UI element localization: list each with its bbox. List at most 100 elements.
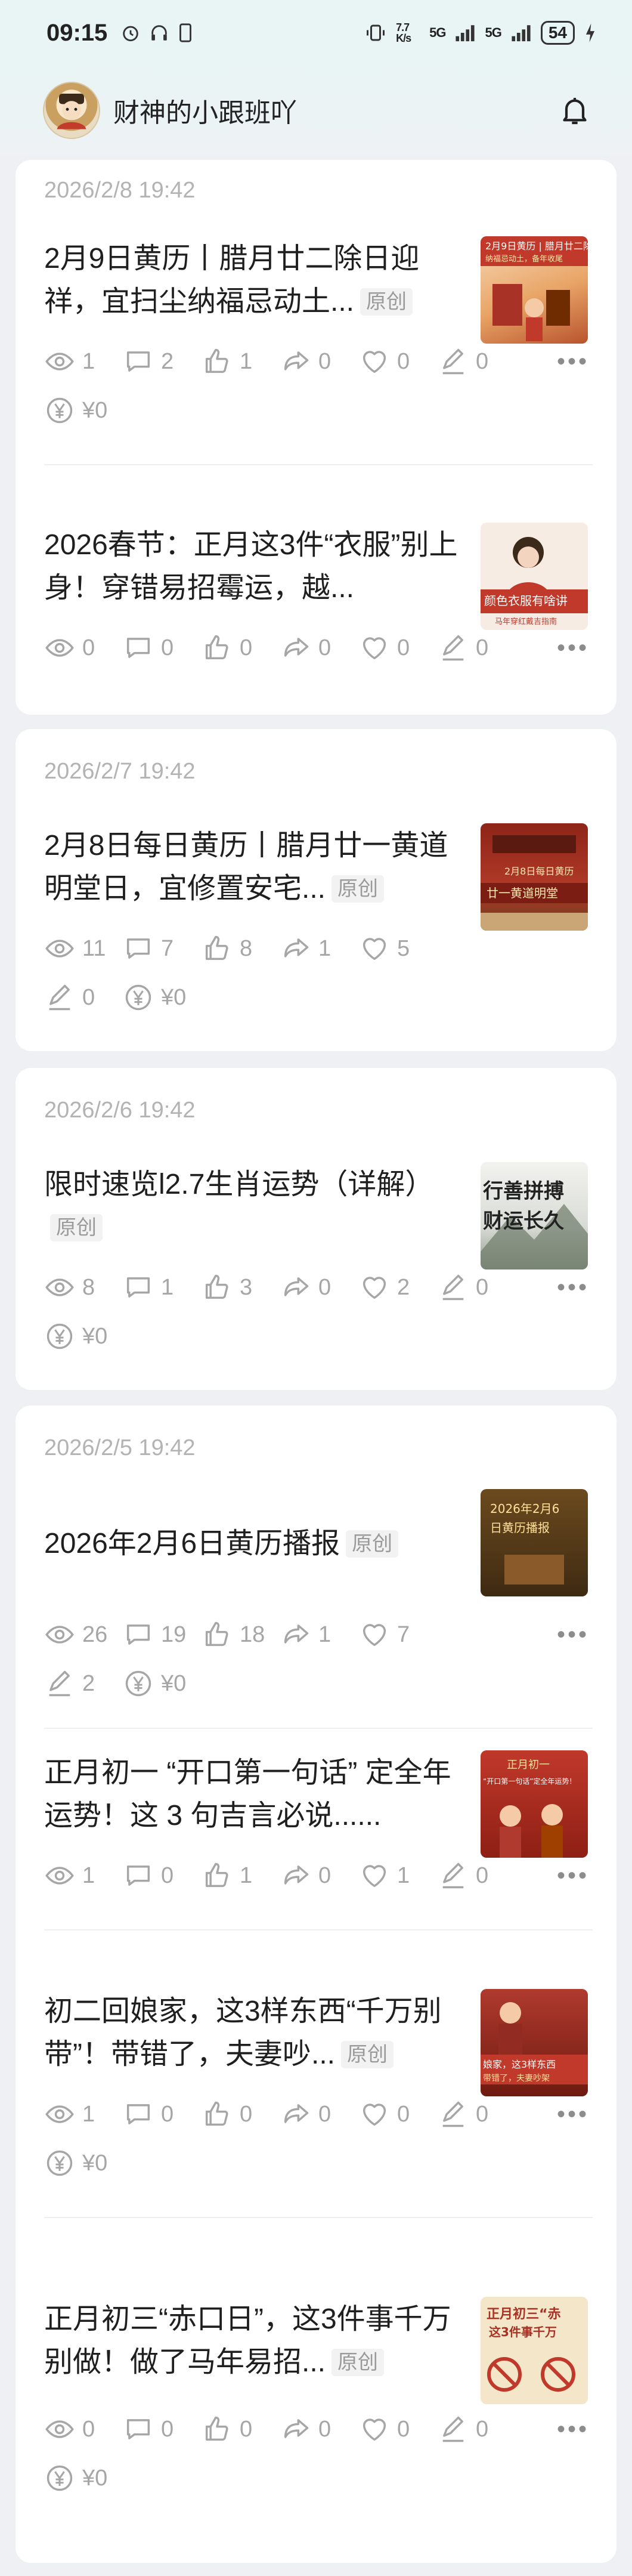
article-stats: 8 1 3 0 2 0 bbox=[44, 1271, 593, 1304]
edit-count[interactable]: 0 bbox=[438, 346, 516, 377]
article-thumbnail[interactable]: 正月初三“赤 这3件事千万 bbox=[481, 2297, 588, 2404]
view-count: 0 bbox=[44, 632, 123, 663]
more-options-button[interactable]: ••• bbox=[557, 1859, 589, 1892]
favorite-count[interactable]: 0 bbox=[359, 2099, 438, 2130]
comment-icon bbox=[123, 933, 154, 964]
like-count[interactable]: 1 bbox=[202, 1860, 280, 1891]
article-thumbnail[interactable]: 正月初一 “开口第一句话”定全年运势！ bbox=[481, 1750, 588, 1858]
favorite-count[interactable]: 7 bbox=[359, 1619, 438, 1650]
view-count: 11 bbox=[44, 933, 123, 964]
article-item[interactable]: 2026春节：正月这3件“衣服”别上身！穿错易招霉运，越... 颜色衣服有啥讲 … bbox=[16, 512, 616, 709]
share-count[interactable]: 0 bbox=[280, 1272, 359, 1303]
more-options-button[interactable]: ••• bbox=[557, 631, 589, 665]
eye-icon bbox=[44, 2099, 75, 2130]
view-count: 26 bbox=[44, 1619, 123, 1650]
edit-count[interactable]: 0 bbox=[438, 1272, 516, 1303]
article-item[interactable]: 2026年2月6日黄历播报 原创 2026年2月6 日黄历播报 26 19 18 … bbox=[16, 1489, 616, 1729]
like-count[interactable]: 18 bbox=[202, 1619, 280, 1650]
article-thumbnail[interactable]: 2026年2月6 日黄历播报 bbox=[481, 1489, 588, 1596]
share-count[interactable]: 0 bbox=[280, 346, 359, 377]
edit-count[interactable]: 0 bbox=[44, 982, 123, 1013]
publish-date: 2026/2/7 19:42 bbox=[44, 759, 196, 784]
pen-icon bbox=[438, 346, 469, 377]
yen-icon bbox=[123, 1668, 154, 1699]
more-options-button[interactable]: ••• bbox=[557, 2098, 589, 2131]
article-item[interactable]: 2月9日黄历丨腊月廿二除日迎祥，宜扫尘纳福忌动土... 原创 2月9日黄历 | 腊… bbox=[16, 226, 616, 506]
article-item[interactable]: 初二回娘家，这3样东西“千万别带”！带错了，夫妻吵... 原创 娘家，这3样东西 … bbox=[16, 1978, 616, 2253]
edit-count[interactable]: 0 bbox=[438, 2414, 516, 2445]
pen-icon bbox=[44, 1668, 75, 1699]
share-count[interactable]: 1 bbox=[280, 933, 359, 964]
comment-icon bbox=[123, 1272, 154, 1303]
article-thumbnail[interactable]: 行善拼搏 财运长久 bbox=[481, 1162, 588, 1270]
article-thumbnail[interactable]: 颜色衣服有啥讲 马年穿红戴吉指南 bbox=[481, 523, 588, 630]
edit-count[interactable]: 2 bbox=[44, 1668, 123, 1699]
comment-count[interactable]: 0 bbox=[123, 632, 202, 663]
comment-icon bbox=[123, 1619, 154, 1650]
share-icon bbox=[280, 1272, 311, 1303]
like-count[interactable]: 8 bbox=[202, 933, 280, 964]
original-tag: 原创 bbox=[332, 2349, 385, 2376]
like-count[interactable]: 1 bbox=[202, 346, 280, 377]
edit-count[interactable]: 0 bbox=[438, 1860, 516, 1891]
comment-count[interactable]: 19 bbox=[123, 1619, 202, 1650]
comment-count[interactable]: 0 bbox=[123, 2099, 202, 2130]
favorite-count[interactable]: 0 bbox=[359, 632, 438, 663]
favorite-count[interactable]: 0 bbox=[359, 2414, 438, 2445]
article-thumbnail[interactable]: 2月9日黄历 | 腊月廿二除日 纳福忌动土，备年收尾 bbox=[481, 236, 588, 344]
comment-icon bbox=[123, 2099, 154, 2130]
share-count[interactable]: 0 bbox=[280, 2414, 359, 2445]
divider bbox=[44, 1728, 593, 1729]
favorite-count[interactable]: 5 bbox=[359, 933, 438, 964]
share-icon bbox=[280, 632, 311, 663]
heart-icon bbox=[359, 1272, 390, 1303]
like-count[interactable]: 0 bbox=[202, 632, 280, 663]
yen-icon bbox=[123, 982, 154, 1013]
thumb-text: 这3件事千万 bbox=[489, 2325, 557, 2339]
eye-icon bbox=[44, 632, 75, 663]
notification-bell-button[interactable] bbox=[557, 92, 593, 128]
more-options-button[interactable]: ••• bbox=[557, 2413, 589, 2446]
like-count[interactable]: 0 bbox=[202, 2414, 280, 2445]
comment-count[interactable]: 1 bbox=[123, 1272, 202, 1303]
article-item[interactable]: 2月8日每日黄历丨腊月廿一黄道明堂日，宜修置安宅... 原创 2月8日每日黄历 廿… bbox=[16, 813, 616, 1045]
headphones-icon bbox=[151, 25, 168, 41]
thumbs-up-icon bbox=[202, 1860, 233, 1891]
more-options-button[interactable]: ••• bbox=[557, 1271, 589, 1304]
article-item[interactable]: 限时速览l2.7生肖运势（详解） 原创 行善拼搏 财运长久 8 1 3 0 2 0… bbox=[16, 1151, 616, 1384]
thumb-text: 日黄历播报 bbox=[490, 1521, 550, 1535]
pen-icon bbox=[438, 632, 469, 663]
edit-count[interactable]: 0 bbox=[438, 2099, 516, 2130]
alarm-icon bbox=[123, 26, 139, 42]
article-stats: 0 0 0 0 0 0 bbox=[44, 2413, 593, 2446]
avatar[interactable] bbox=[43, 82, 100, 139]
eye-icon bbox=[44, 2414, 75, 2445]
original-tag: 原创 bbox=[341, 2041, 394, 2068]
view-count: 0 bbox=[44, 2414, 123, 2445]
favorite-count[interactable]: 2 bbox=[359, 1272, 438, 1303]
article-item[interactable]: 正月初三“赤口日”，这3件事千万别做！做了马年易招... 原创 正月初三“赤 这3… bbox=[16, 2265, 616, 2557]
edit-count[interactable]: 0 bbox=[438, 632, 516, 663]
like-count[interactable]: 0 bbox=[202, 2099, 280, 2130]
favorite-count[interactable]: 1 bbox=[359, 1860, 438, 1891]
comment-count[interactable]: 2 bbox=[123, 346, 202, 377]
comment-count[interactable]: 0 bbox=[123, 2414, 202, 2445]
article-item[interactable]: 正月初一 “开口第一句话” 定全年运势！这 3 句吉言必说...... 正月初一… bbox=[16, 1740, 616, 1972]
thumb-text: 廿一黄道明堂 bbox=[487, 886, 558, 900]
like-count[interactable]: 3 bbox=[202, 1272, 280, 1303]
more-options-button[interactable]: ••• bbox=[557, 345, 589, 378]
thumbs-up-icon bbox=[202, 346, 233, 377]
share-count[interactable]: 1 bbox=[280, 1619, 359, 1650]
comment-count[interactable]: 0 bbox=[123, 1860, 202, 1891]
comment-count[interactable]: 7 bbox=[123, 933, 202, 964]
share-count[interactable]: 0 bbox=[280, 1860, 359, 1891]
signal-bars-icon bbox=[512, 25, 531, 42]
favorite-count[interactable]: 0 bbox=[359, 346, 438, 377]
thumbs-up-icon bbox=[202, 1619, 233, 1650]
article-thumbnail[interactable]: 娘家，这3样东西 带错了，夫妻吵架 bbox=[481, 1989, 588, 2096]
more-options-button[interactable]: ••• bbox=[557, 1618, 589, 1651]
article-thumbnail[interactable]: 2月8日每日黄历 廿一黄道明堂 bbox=[481, 823, 588, 931]
share-count[interactable]: 0 bbox=[280, 2099, 359, 2130]
share-count[interactable]: 0 bbox=[280, 632, 359, 663]
heart-icon bbox=[359, 933, 390, 964]
